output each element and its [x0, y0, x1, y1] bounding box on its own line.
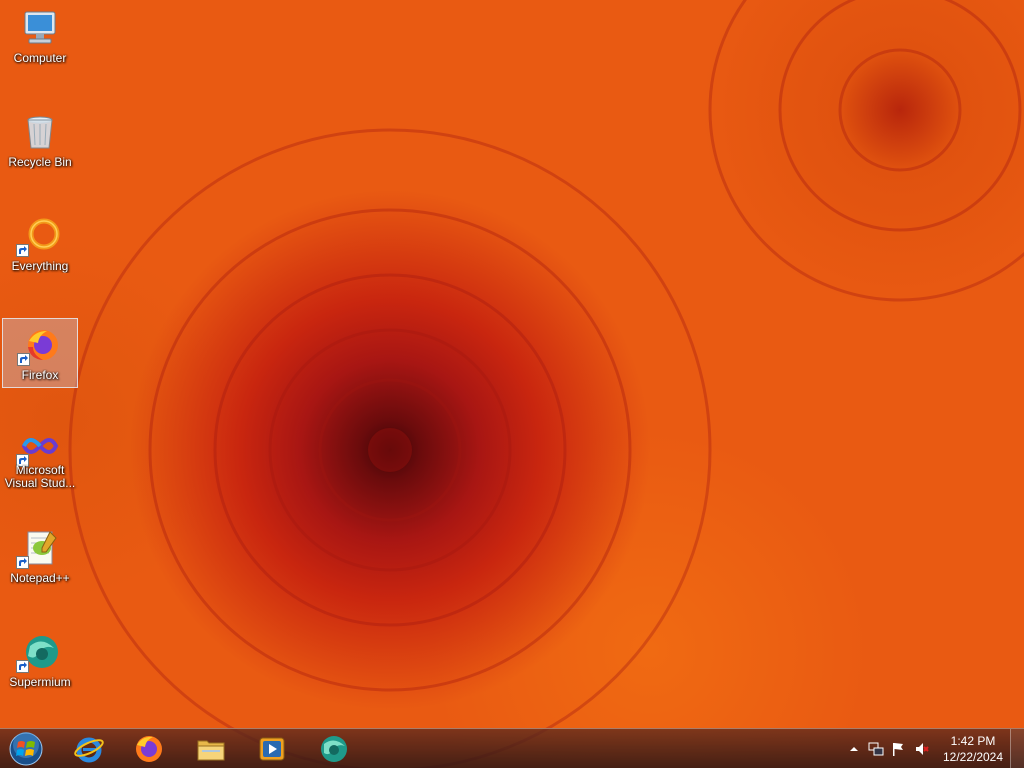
desktop-icon-label: Supermium	[9, 676, 71, 689]
file-explorer-icon	[197, 740, 225, 761]
desktop-wallpaper	[0, 0, 1024, 768]
media-player-icon	[259, 737, 285, 761]
recycle-bin-icon	[20, 112, 60, 152]
computer-icon	[20, 8, 60, 48]
volume-muted-icon[interactable]	[914, 741, 930, 757]
network-icon[interactable]	[868, 741, 884, 757]
taskbar: 1:42 PM 12/22/2024	[0, 728, 1024, 769]
taskbar-clock[interactable]: 1:42 PM 12/22/2024	[936, 733, 1010, 765]
desktop-icon-computer[interactable]: Computer	[2, 2, 78, 72]
action-center-flag-icon[interactable]	[890, 741, 906, 757]
desktop-icon-label: Computer	[13, 52, 67, 65]
windows-orb-icon	[9, 732, 43, 766]
taskbar-file-explorer[interactable]	[184, 731, 238, 767]
firefox-icon	[136, 736, 162, 762]
desktop-icon-notepad-plus-plus[interactable]: Notepad++	[2, 522, 78, 592]
show-desktop-button[interactable]	[1010, 729, 1024, 769]
taskbar-media-player[interactable]	[245, 731, 299, 767]
show-hidden-icons-icon[interactable]	[846, 741, 862, 757]
taskbar-firefox[interactable]	[122, 731, 176, 767]
desktop-icon-firefox[interactable]: Firefox	[2, 318, 78, 388]
desktop-icon-label: Notepad++	[10, 572, 70, 585]
desktop-icon-label: Microsoft Visual Stud...	[4, 464, 76, 490]
desktop-icon-label: Firefox	[21, 369, 59, 382]
desktop-icon-everything[interactable]: Everything	[2, 210, 78, 280]
desktop-icon-supermium[interactable]: Supermium	[2, 626, 78, 696]
desktop-icon-recycle-bin[interactable]: Recycle Bin	[2, 106, 78, 176]
taskbar-supermium[interactable]	[307, 731, 361, 767]
desktop-icon-visual-studio[interactable]: Microsoft Visual Stud...	[2, 420, 78, 490]
shortcut-arrow-icon	[16, 556, 29, 569]
desktop-icon-label: Everything	[11, 260, 69, 273]
shortcut-arrow-icon	[16, 244, 29, 257]
desktop-icon-label: Recycle Bin	[8, 156, 72, 169]
internet-explorer-icon	[74, 737, 104, 763]
clock-time: 1:42 PM	[950, 734, 996, 748]
clock-date: 12/22/2024	[942, 750, 1004, 764]
shortcut-arrow-icon	[17, 353, 30, 366]
supermium-icon	[321, 736, 347, 762]
taskbar-internet-explorer[interactable]	[62, 731, 116, 767]
start-button[interactable]	[6, 731, 46, 767]
shortcut-arrow-icon	[16, 660, 29, 673]
